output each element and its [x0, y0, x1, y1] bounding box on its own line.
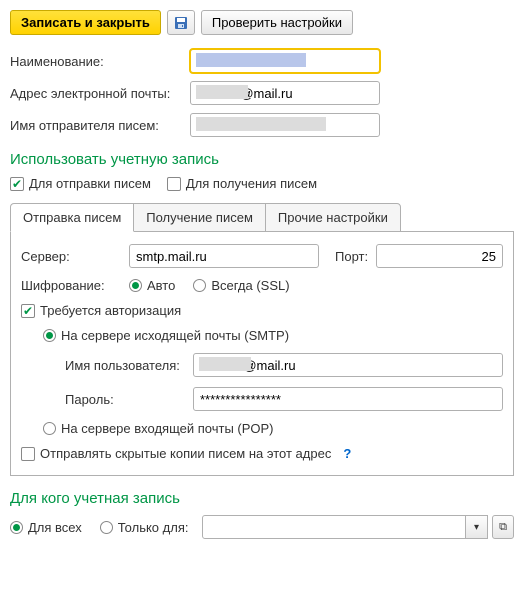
help-icon[interactable]: ? [343, 446, 351, 461]
use-account-title: Использовать учетную запись [10, 151, 514, 168]
redaction [196, 53, 306, 67]
toolbar: Записать и закрыть Проверить настройки [10, 10, 514, 35]
radio-auth-smtp-label: На сервере исходящей почты (SMTP) [61, 328, 289, 343]
checkbox-icon [21, 304, 35, 318]
password-input[interactable] [193, 387, 503, 411]
radio-auth-smtp[interactable]: На сервере исходящей почты (SMTP) [43, 328, 289, 343]
row-sender: Имя отправителя писем: [10, 113, 514, 137]
radio-auth-pop[interactable]: На сервере входящей почты (POP) [43, 421, 274, 436]
row-email: Адрес электронной почты: [10, 81, 514, 105]
radio-enc-ssl-label: Всегда (SSL) [211, 278, 289, 293]
whom-title: Для кого учетная запись [10, 490, 514, 507]
redaction [196, 85, 248, 99]
radio-icon [193, 279, 206, 292]
radio-icon [43, 329, 56, 342]
radio-icon [43, 422, 56, 435]
chk-receive-label: Для получения писем [186, 176, 317, 191]
radio-enc-auto[interactable]: Авто [129, 278, 175, 293]
server-input[interactable] [129, 244, 319, 268]
redaction [196, 117, 326, 131]
radio-icon [100, 521, 113, 534]
radio-whom-all[interactable]: Для всех [10, 520, 82, 535]
chk-auth-required-label: Требуется авторизация [40, 303, 181, 318]
tab-send[interactable]: Отправка писем [10, 203, 134, 232]
radio-icon [10, 521, 23, 534]
whom-row: Для всех Только для: ▾ ⧉ [10, 515, 514, 539]
tabs: Отправка писем Получение писем Прочие на… [10, 203, 514, 232]
whom-picker: ▾ ⧉ [202, 515, 514, 539]
radio-whom-only[interactable]: Только для: [100, 520, 189, 535]
chevron-down-icon: ▾ [474, 522, 479, 533]
label-server: Сервер: [21, 249, 121, 264]
label-username: Имя пользователя: [65, 358, 185, 373]
tabpanel-send: Сервер: Порт: Шифрование: Авто Всегда (S… [10, 231, 514, 476]
chk-bcc-label: Отправлять скрытые копии писем на этот а… [40, 446, 331, 461]
radio-whom-only-label: Только для: [118, 520, 189, 535]
checkbox-icon [10, 177, 24, 191]
save-close-button[interactable]: Записать и закрыть [10, 10, 161, 35]
tab-receive[interactable]: Получение писем [133, 203, 266, 232]
open-icon: ⧉ [499, 521, 507, 534]
label-email: Адрес электронной почты: [10, 86, 190, 101]
port-input[interactable] [376, 244, 503, 268]
row-name: Наименование: [10, 49, 514, 73]
checkbox-icon [21, 447, 35, 461]
radio-auth-pop-label: На сервере входящей почты (POP) [61, 421, 274, 436]
redaction [199, 357, 251, 371]
chk-bcc[interactable]: Отправлять скрытые копии писем на этот а… [21, 446, 331, 461]
radio-icon [129, 279, 142, 292]
open-button[interactable]: ⧉ [492, 515, 514, 539]
label-name: Наименование: [10, 54, 190, 69]
label-encryption: Шифрование: [21, 278, 121, 293]
label-port: Порт: [335, 249, 368, 264]
chk-auth-required[interactable]: Требуется авторизация [21, 303, 181, 318]
chk-send-label: Для отправки писем [29, 176, 151, 191]
checkbox-icon [167, 177, 181, 191]
save-button[interactable] [167, 10, 195, 35]
dropdown-button[interactable]: ▾ [466, 515, 488, 539]
use-account-row: Для отправки писем Для получения писем [10, 176, 514, 191]
label-password: Пароль: [65, 392, 185, 407]
check-settings-button[interactable]: Проверить настройки [201, 10, 353, 35]
radio-enc-ssl[interactable]: Всегда (SSL) [193, 278, 289, 293]
radio-enc-auto-label: Авто [147, 278, 175, 293]
tab-other[interactable]: Прочие настройки [265, 203, 401, 232]
chk-send[interactable]: Для отправки писем [10, 176, 151, 191]
radio-whom-all-label: Для всех [28, 520, 82, 535]
chk-receive[interactable]: Для получения писем [167, 176, 317, 191]
floppy-icon [174, 16, 188, 30]
label-sender: Имя отправителя писем: [10, 118, 190, 133]
whom-input[interactable] [202, 515, 466, 539]
